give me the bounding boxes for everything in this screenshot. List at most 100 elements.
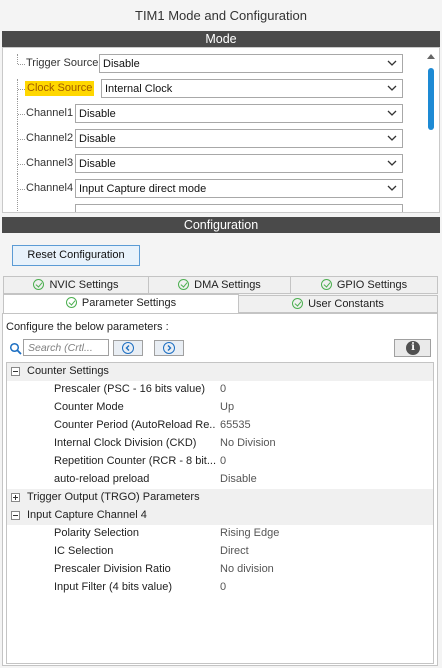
param-value[interactable]: No Division	[220, 437, 276, 449]
param-row-clock-division[interactable]: Internal Clock Division (CKD) No Divisio…	[7, 435, 433, 453]
reset-configuration-button[interactable]: Reset Configuration	[12, 245, 140, 266]
param-value[interactable]: 0	[220, 383, 226, 395]
channel2-value: Disable	[79, 133, 116, 145]
search-previous-button[interactable]	[113, 340, 143, 356]
chevron-down-icon	[387, 160, 397, 166]
next-row-select-clipped[interactable]	[75, 204, 403, 212]
mode-scrollbar[interactable]	[425, 52, 437, 210]
param-row-auto-reload-preload[interactable]: auto-reload preload Disable	[7, 471, 433, 489]
param-name: IC Selection	[54, 545, 114, 557]
channel1-value: Disable	[79, 108, 116, 120]
group-input-capture-channel4[interactable]: Input Capture Channel 4	[7, 507, 433, 525]
channel4-select[interactable]: Input Capture direct mode	[75, 179, 403, 198]
param-row-repetition-counter[interactable]: Repetition Counter (RCR - 8 bit... 0	[7, 453, 433, 471]
group-title: Counter Settings	[27, 365, 109, 377]
channel4-value: Input Capture direct mode	[79, 183, 207, 195]
trigger-source-select[interactable]: Disable	[99, 54, 403, 73]
search-icon	[9, 342, 22, 355]
mode-section-header: Mode	[2, 31, 440, 47]
mode-panel: Trigger Source Disable Clock Source Inte…	[2, 47, 440, 213]
tab-label: GPIO Settings	[336, 279, 408, 291]
channel3-select[interactable]: Disable	[75, 154, 403, 173]
param-value[interactable]: No division	[220, 563, 274, 575]
param-value[interactable]: Up	[220, 401, 234, 413]
group-title: Input Capture Channel 4	[27, 509, 147, 521]
param-value[interactable]: 65535	[220, 419, 251, 431]
param-value[interactable]: Direct	[220, 545, 249, 557]
mode-row-channel4: Channel4 Input Capture direct mode	[3, 173, 413, 212]
param-name: Prescaler (PSC - 16 bits value)	[54, 383, 205, 395]
check-circle-icon	[178, 279, 190, 290]
trigger-source-value: Disable	[103, 58, 140, 70]
tab-label: DMA Settings	[194, 279, 261, 291]
chevron-down-icon	[387, 60, 397, 66]
mode-row-channel1: Channel1 Disable	[3, 98, 413, 124]
param-value[interactable]: 0	[220, 581, 226, 593]
channel1-select[interactable]: Disable	[75, 104, 403, 123]
param-name: Prescaler Division Ratio	[54, 563, 171, 575]
channel3-value: Disable	[79, 158, 116, 170]
configure-hint-text: Configure the below parameters :	[6, 321, 169, 333]
param-value[interactable]: Disable	[220, 473, 257, 485]
scrollbar-thumb[interactable]	[428, 68, 434, 130]
tab-parameter-settings[interactable]: Parameter Settings	[3, 294, 239, 314]
tab-gpio-settings[interactable]: GPIO Settings	[290, 276, 438, 294]
window-title: TIM1 Mode and Configuration	[0, 0, 442, 30]
mode-row-channel2: Channel2 Disable	[3, 123, 413, 149]
search-next-button[interactable]	[154, 340, 184, 356]
check-circle-icon	[320, 279, 332, 290]
tab-label: NVIC Settings	[49, 279, 119, 291]
check-circle-icon	[292, 298, 304, 309]
channel1-label: Channel1	[26, 107, 74, 119]
info-icon: i	[406, 341, 420, 355]
chevron-down-icon	[387, 185, 397, 191]
param-name: Counter Period (AutoReload Re...	[54, 419, 216, 431]
group-trgo-parameters[interactable]: Trigger Output (TRGO) Parameters	[7, 489, 433, 507]
param-row-ic-selection[interactable]: IC Selection Direct	[7, 543, 433, 561]
expand-toggle-icon[interactable]	[11, 493, 20, 502]
trigger-source-label: Trigger Source	[26, 57, 99, 69]
param-name: Repetition Counter (RCR - 8 bit...	[54, 455, 216, 467]
channel3-label: Channel3	[26, 157, 74, 169]
tab-label: Parameter Settings	[81, 297, 177, 309]
tab-user-constants[interactable]: User Constants	[238, 295, 438, 313]
chevron-down-icon	[387, 110, 397, 116]
arrow-right-icon	[163, 342, 175, 354]
param-row-counter-mode[interactable]: Counter Mode Up	[7, 399, 433, 417]
check-circle-icon	[65, 297, 77, 308]
search-input[interactable]	[24, 340, 108, 355]
clock-source-value: Internal Clock	[105, 83, 173, 95]
channel2-select[interactable]: Disable	[75, 129, 403, 148]
arrow-left-icon	[122, 342, 134, 354]
param-name: Polarity Selection	[54, 527, 139, 539]
group-title: Trigger Output (TRGO) Parameters	[27, 491, 200, 503]
collapse-toggle-icon[interactable]	[11, 511, 20, 520]
param-row-prescaler-division-ratio[interactable]: Prescaler Division Ratio No division	[7, 561, 433, 579]
param-row-counter-period[interactable]: Counter Period (AutoReload Re... 65535	[7, 417, 433, 435]
collapse-toggle-icon[interactable]	[11, 367, 20, 376]
param-name: auto-reload preload	[54, 473, 150, 485]
tab-dma-settings[interactable]: DMA Settings	[148, 276, 291, 294]
param-row-prescaler[interactable]: Prescaler (PSC - 16 bits value) 0	[7, 381, 433, 399]
parameter-tree: Counter Settings Prescaler (PSC - 16 bit…	[6, 362, 434, 664]
param-name: Counter Mode	[54, 401, 124, 413]
channel2-label: Channel2	[26, 132, 74, 144]
clock-source-select[interactable]: Internal Clock	[101, 79, 403, 98]
chevron-down-icon	[387, 85, 397, 91]
param-row-input-filter[interactable]: Input Filter (4 bits value) 0	[7, 579, 433, 597]
channel4-label: Channel4	[26, 182, 74, 194]
mode-row-channel3: Channel3 Disable	[3, 148, 413, 174]
param-row-polarity-selection[interactable]: Polarity Selection Rising Edge	[7, 525, 433, 543]
info-button[interactable]: i	[394, 339, 431, 357]
configuration-section-header: Configuration	[2, 217, 440, 233]
search-input-box[interactable]	[23, 339, 109, 356]
param-value[interactable]: Rising Edge	[220, 527, 279, 539]
clock-source-label: Clock Source	[25, 81, 95, 96]
mode-row-trigger-source: Trigger Source Disable	[3, 54, 413, 74]
tab-nvic-settings[interactable]: NVIC Settings	[3, 276, 149, 294]
param-value[interactable]: 0	[220, 455, 226, 467]
tab-label: User Constants	[308, 298, 384, 310]
group-counter-settings[interactable]: Counter Settings	[7, 363, 433, 381]
chevron-down-icon	[387, 135, 397, 141]
scroll-up-arrow-icon[interactable]	[427, 54, 435, 59]
